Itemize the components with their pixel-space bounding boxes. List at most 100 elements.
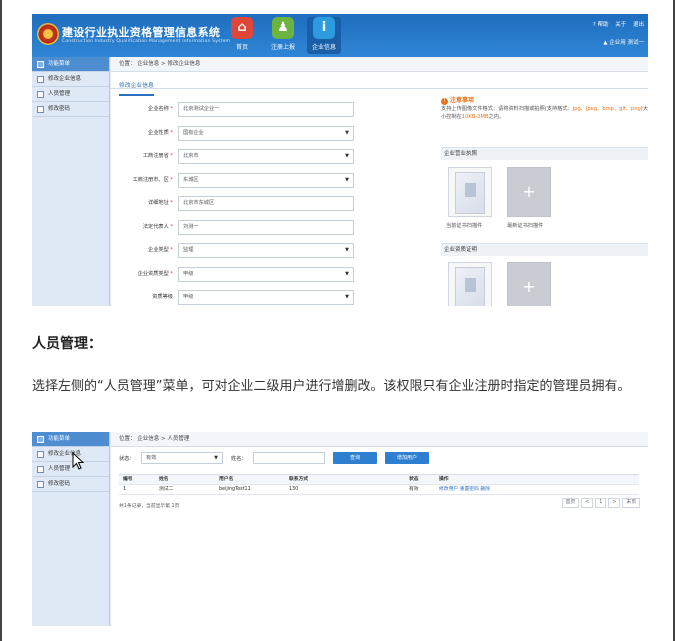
section-business-license: 企业营业执照 bbox=[441, 147, 648, 160]
sidebar-item-personnel[interactable]: 人员管理 bbox=[32, 462, 109, 477]
pager-button[interactable]: < bbox=[581, 498, 594, 508]
state-select[interactable]: 有效 ▼ bbox=[141, 452, 223, 464]
user-table: 编号 姓名 用户名 联系方式 状态 操作 1 测试二 beijingTest11 130 有效 修改用… bbox=[119, 474, 639, 495]
filter-bar: 状态： 有效 ▼ 姓名： 查询 增加用户 bbox=[119, 452, 619, 466]
current-user[interactable]: ▲ 企业用 测试一 bbox=[603, 38, 644, 46]
upload-license-button[interactable]: + bbox=[507, 167, 551, 217]
form-label: 资质等级 bbox=[152, 294, 173, 300]
sidebar-item-label: 人员管理 bbox=[48, 91, 71, 97]
form-value: 北京市东城区 bbox=[183, 200, 215, 206]
screenshot-personnel: 功能菜单 修改企业信息 人员管理 修改密码 位置： 企业信息 > 人员管理 状态… bbox=[32, 432, 648, 626]
nav-register-button[interactable]: ♟ 注册上报 bbox=[266, 17, 300, 54]
search-button[interactable]: 查询 bbox=[333, 452, 377, 464]
form-select[interactable]: 监理 ▼ bbox=[178, 243, 354, 258]
info-icon: i bbox=[313, 17, 335, 39]
notice-size: 10KB-2MB bbox=[461, 114, 489, 120]
form-label: 工商注册市、区 * bbox=[132, 176, 173, 183]
sidebar-item-personnel[interactable]: 人员管理 bbox=[32, 87, 109, 102]
form-select[interactable]: 甲级 ▼ bbox=[178, 266, 354, 282]
table-header-cell: 联系方式 bbox=[289, 477, 309, 482]
lock-icon bbox=[37, 106, 44, 113]
breadcrumb: 位置： 企业信息 > 人员管理 bbox=[111, 432, 648, 447]
form-label: 企业名称 * bbox=[148, 106, 173, 112]
edit-icon bbox=[37, 451, 44, 458]
certificate-image bbox=[455, 172, 485, 214]
chevron-down-icon: ▼ bbox=[214, 455, 218, 461]
table-cell: 有效 bbox=[409, 487, 419, 492]
sidebar-item-password[interactable]: 修改密码 bbox=[32, 477, 109, 492]
sidebar: 功能菜单 修改企业信息 人员管理 修改密码 bbox=[32, 432, 110, 626]
state-label: 状态： bbox=[119, 456, 135, 462]
sidebar-item-label: 人员管理 bbox=[48, 466, 71, 472]
menu-icon bbox=[37, 436, 44, 443]
pager-button[interactable]: 末页 bbox=[622, 498, 640, 508]
nav-home-button[interactable]: ⌂ 首页 bbox=[225, 17, 259, 54]
sidebar-item-menu[interactable]: 功能菜单 bbox=[32, 57, 109, 72]
required-marker: * bbox=[170, 153, 173, 159]
nav-company-info-button[interactable]: i 企业信息 bbox=[307, 17, 341, 54]
company-form: 企业名称 * 北京测试企业一 企业性质 * 国有企业 ▼ 工商注册省 * 北京市 ▼ 工商注册市… bbox=[119, 102, 419, 306]
nav-home-label: 首页 bbox=[235, 44, 248, 51]
notice-formats: jpg、jpeg、bmp、gif、png bbox=[572, 106, 641, 112]
sidebar-item-password[interactable]: 修改密码 bbox=[32, 102, 109, 117]
sidebar-item-label: 修改企业信息 bbox=[48, 76, 82, 82]
table-header-row: 编号 姓名 用户名 联系方式 状态 操作 bbox=[119, 475, 639, 485]
form-label: 企业资质类型 * bbox=[137, 270, 173, 277]
cert-scan-thumbnail[interactable] bbox=[448, 262, 492, 306]
form-select[interactable]: 甲级 ▼ bbox=[178, 290, 354, 305]
chevron-down-icon: ▼ bbox=[345, 176, 349, 183]
name-input[interactable] bbox=[253, 452, 325, 464]
mouse-cursor-icon bbox=[72, 452, 85, 470]
table-row: 1 测试二 beijingTest11 130 有效 修改用户 重置密码 删除 bbox=[119, 485, 639, 495]
about-link[interactable]: 关于 bbox=[615, 22, 626, 28]
table-cell: 1 bbox=[123, 487, 127, 492]
logout-link[interactable]: 退出 bbox=[633, 22, 644, 28]
table-cell: beijingTest11 bbox=[219, 487, 251, 492]
system-title: 建设行业执业资格管理信息系统 bbox=[62, 26, 221, 39]
main-panel: 位置： 企业信息 > 修改企业信息 修改企业信息 企业名称 * 北京测试企业一企业… bbox=[111, 57, 648, 306]
form-input[interactable]: 北京测试企业一 bbox=[178, 102, 354, 117]
add-user-button[interactable]: 增加用户 bbox=[385, 452, 429, 464]
license-scan-thumbnail[interactable] bbox=[448, 167, 492, 217]
table-header-cell: 操作 bbox=[439, 477, 449, 482]
required-marker: * bbox=[170, 129, 173, 136]
chevron-down-icon: ▼ bbox=[345, 247, 349, 253]
table-header-cell: 状态 bbox=[409, 477, 419, 482]
pager-button[interactable]: > bbox=[608, 498, 621, 508]
sidebar-item-edit-company[interactable]: 修改企业信息 bbox=[32, 447, 109, 462]
required-marker: * bbox=[170, 176, 173, 183]
chevron-down-icon: ▼ bbox=[345, 129, 349, 136]
sidebar-item-menu[interactable]: 功能菜单 bbox=[32, 432, 109, 447]
form-value: 刘测一 bbox=[183, 223, 199, 230]
table-header-cell: 用户名 bbox=[219, 477, 234, 482]
state-value: 有效 bbox=[146, 455, 157, 461]
notice-text-a: 支持上传图像文件格式：请将资料扫描或拍照(支持格式： bbox=[441, 106, 573, 112]
user-icon: ♟ bbox=[272, 17, 294, 39]
pager-button[interactable]: 首页 bbox=[561, 498, 580, 508]
form-select[interactable]: 东城区 ▼ bbox=[178, 172, 354, 188]
form-input[interactable]: 刘测一 bbox=[178, 219, 354, 235]
sidebar-item-label: 功能菜单 bbox=[48, 61, 71, 67]
chevron-down-icon: ▼ bbox=[345, 153, 349, 159]
notice-box: ! 注意事项 支持上传图像文件格式：请将资料扫描或拍照(支持格式：jpg、jpeg… bbox=[441, 97, 648, 121]
form-select[interactable]: 国有企业 ▼ bbox=[178, 125, 354, 141]
help-link[interactable]: ? 帮助 bbox=[593, 22, 609, 28]
required-marker: * bbox=[170, 200, 173, 206]
table-cell[interactable]: 修改用户 重置密码 删除 bbox=[439, 485, 490, 495]
tab-edit-company-info[interactable]: 修改企业信息 bbox=[119, 79, 154, 96]
form-select[interactable]: 北京市 ▼ bbox=[178, 149, 354, 164]
form-label: 法定代表人 * bbox=[142, 223, 173, 230]
pager-button[interactable]: 1 bbox=[595, 498, 607, 508]
form-label: 企业性质 * bbox=[148, 129, 173, 136]
nav-company-info-label: 企业信息 bbox=[311, 44, 336, 51]
required-marker: * bbox=[170, 247, 173, 253]
notice-text-c: 之内。 bbox=[488, 114, 505, 120]
sidebar-item-edit-company[interactable]: 修改企业信息 bbox=[32, 72, 109, 87]
upload-cert-button[interactable]: + bbox=[507, 262, 551, 306]
sidebar: 功能菜单 修改企业信息 人员管理 修改密码 bbox=[32, 57, 110, 306]
record-summary: 共1条记录，当前显示第 1页 bbox=[119, 504, 180, 509]
notice-title: 注意事项 bbox=[450, 97, 475, 104]
breadcrumb: 位置： 企业信息 > 修改企业信息 bbox=[111, 57, 648, 72]
form-label: 详细地址 * bbox=[148, 200, 173, 206]
form-input[interactable]: 北京市东城区 bbox=[178, 196, 354, 211]
